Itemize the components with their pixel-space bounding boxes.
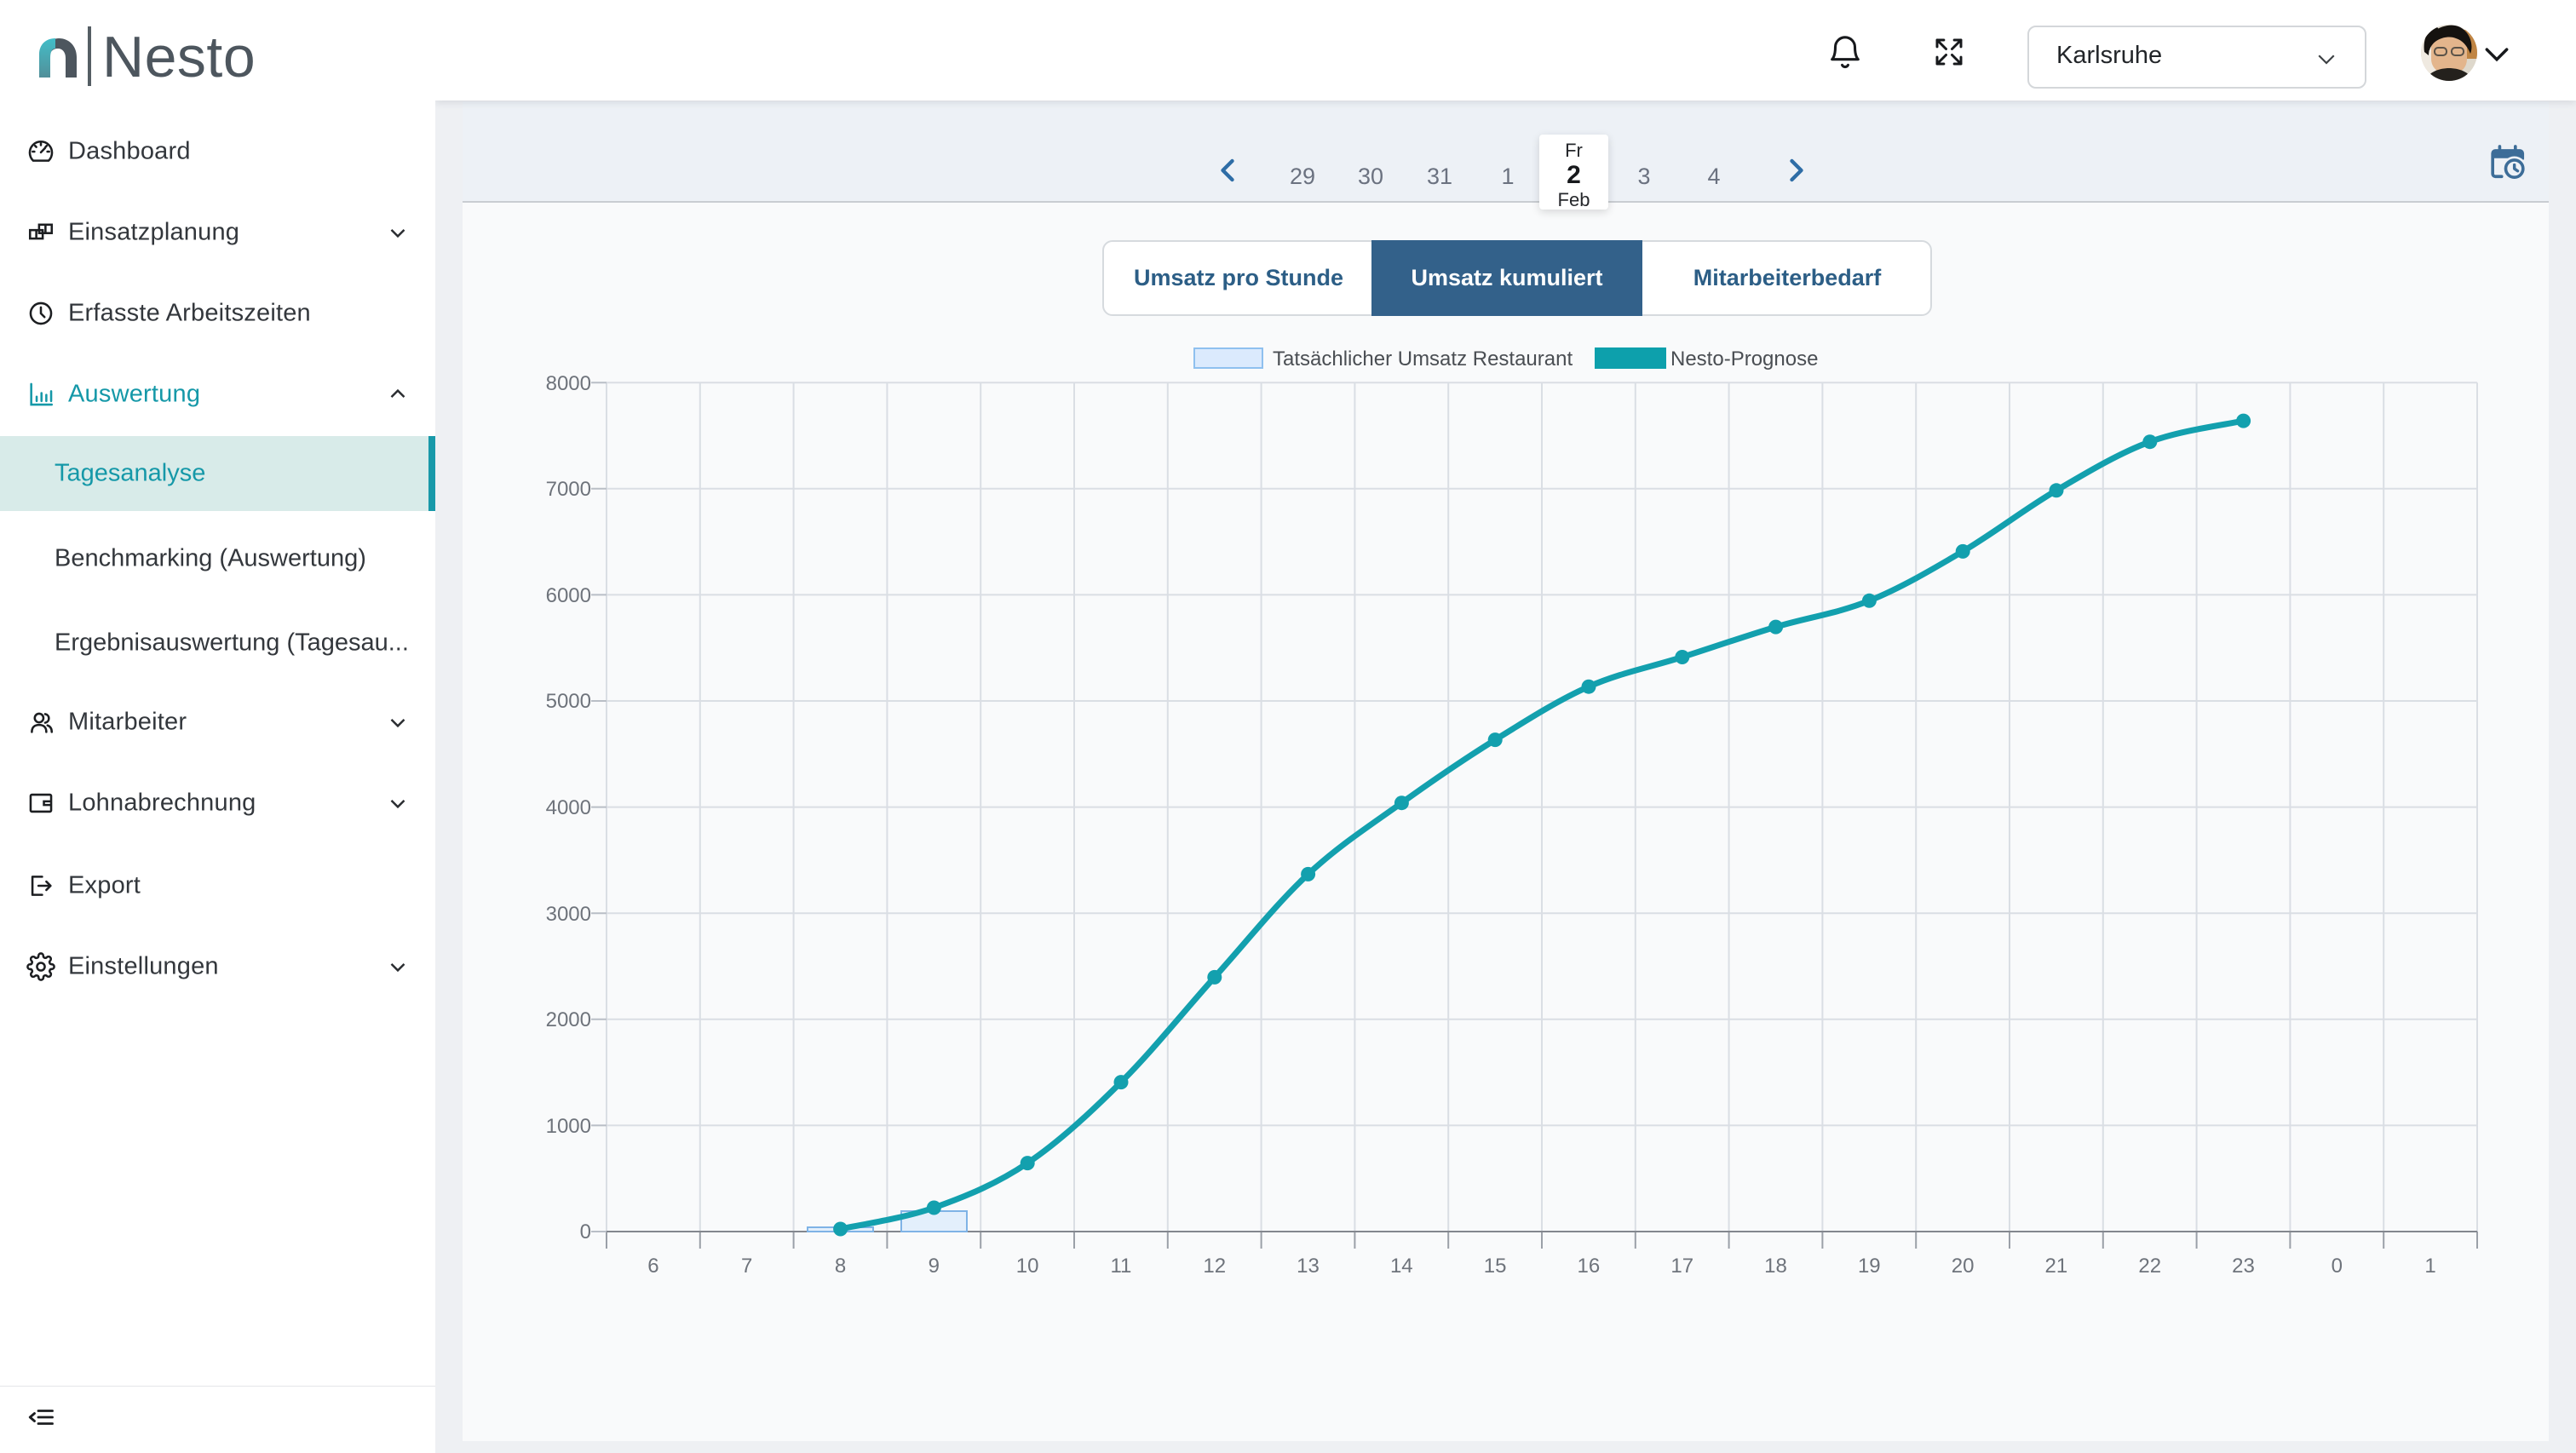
- svg-text:18: 18: [1764, 1255, 1787, 1278]
- svg-text:6: 6: [647, 1255, 658, 1278]
- svg-text:12: 12: [1203, 1255, 1226, 1278]
- svg-text:7: 7: [741, 1255, 752, 1278]
- svg-text:10: 10: [1016, 1255, 1039, 1278]
- svg-text:1: 1: [2424, 1255, 2435, 1278]
- svg-text:5000: 5000: [546, 690, 591, 713]
- svg-text:Nesto: Nesto: [102, 25, 256, 89]
- svg-text:0: 0: [580, 1220, 591, 1243]
- svg-text:1000: 1000: [546, 1115, 591, 1138]
- svg-text:16: 16: [1578, 1255, 1601, 1278]
- svg-text:13: 13: [1297, 1255, 1320, 1278]
- svg-text:23: 23: [2232, 1255, 2255, 1278]
- svg-text:9: 9: [929, 1255, 940, 1278]
- svg-text:3000: 3000: [546, 903, 591, 926]
- svg-text:17: 17: [1670, 1255, 1693, 1278]
- svg-text:20: 20: [1952, 1255, 1975, 1278]
- svg-text:7000: 7000: [546, 478, 591, 501]
- svg-text:0: 0: [2332, 1255, 2343, 1278]
- svg-text:8: 8: [835, 1255, 846, 1278]
- svg-text:14: 14: [1390, 1255, 1413, 1278]
- svg-text:15: 15: [1484, 1255, 1507, 1278]
- svg-text:19: 19: [1858, 1255, 1881, 1278]
- svg-text:6000: 6000: [546, 584, 591, 607]
- svg-text:4000: 4000: [546, 796, 591, 819]
- svg-text:2000: 2000: [546, 1008, 591, 1031]
- svg-text:11: 11: [1110, 1255, 1131, 1278]
- svg-text:22: 22: [2138, 1255, 2161, 1278]
- svg-text:21: 21: [2045, 1255, 2068, 1278]
- svg-text:8000: 8000: [546, 372, 591, 395]
